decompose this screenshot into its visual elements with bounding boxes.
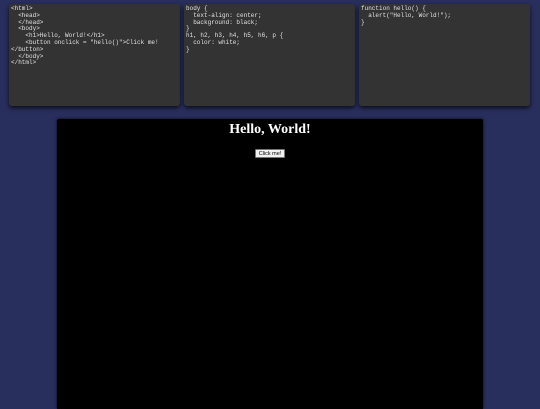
code-line: } [186, 45, 190, 53]
code-line: </html> [11, 59, 37, 67]
code-line: } [361, 18, 365, 26]
code-line: </body> [11, 52, 44, 60]
css-editor[interactable]: body { text-align: center; background: b… [184, 4, 355, 106]
code-line: alert("Hello, World!"); [361, 11, 452, 19]
html-editor[interactable]: <html> <head> </head> <body> <h1>Hello, … [9, 4, 180, 106]
code-editors-row: <html> <head> </head> <body> <h1>Hello, … [0, 0, 540, 112]
js-editor[interactable]: function hello() { alert("Hello, World!"… [359, 4, 530, 106]
preview-heading: Hello, World! [229, 122, 311, 137]
js-code[interactable]: function hello() { alert("Hello, World!"… [361, 5, 528, 26]
preview-pane: Hello, World! Click me! [57, 119, 483, 409]
code-line: color: white; [186, 38, 241, 46]
code-line: background: black; [186, 18, 259, 26]
click-me-button[interactable]: Click me! [254, 149, 286, 158]
html-code[interactable]: <html> <head> </head> <body> <h1>Hello, … [11, 5, 178, 67]
css-code[interactable]: body { text-align: center; background: b… [186, 5, 353, 54]
